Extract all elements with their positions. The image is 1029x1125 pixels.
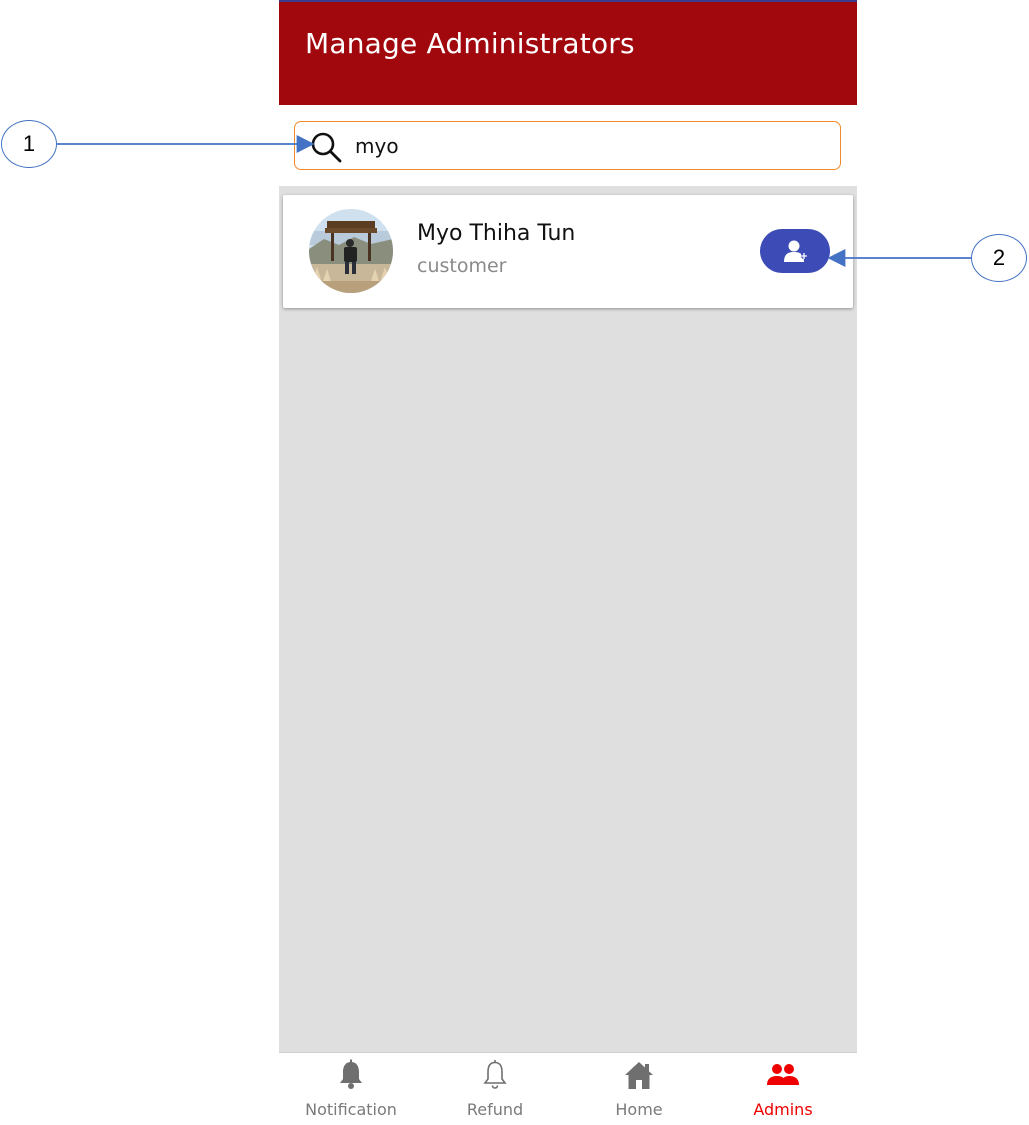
- annotation-2: 2: [971, 234, 1027, 282]
- avatar: [309, 209, 393, 293]
- app-header: Manage Administrators: [279, 0, 857, 105]
- nav-item-refund[interactable]: Refund: [423, 1053, 567, 1125]
- home-icon: [625, 1062, 653, 1089]
- phone-screen: Manage Administrators myo Myo Thiha Tun …: [279, 0, 857, 1125]
- bell-filled-icon: [340, 1059, 362, 1089]
- nav-item-home[interactable]: Home: [567, 1053, 711, 1125]
- nav-item-admins[interactable]: Admins: [711, 1053, 855, 1125]
- nav-item-notification[interactable]: Notification: [279, 1053, 423, 1125]
- page-title: Manage Administrators: [305, 27, 635, 60]
- bell-outline-icon: [483, 1060, 507, 1089]
- search-input[interactable]: [355, 131, 825, 161]
- user-name: Myo Thiha Tun: [417, 221, 576, 246]
- add-admin-button[interactable]: [760, 229, 830, 273]
- nav-label-refund: Refund: [466, 1100, 524, 1119]
- search-area: [279, 105, 857, 186]
- list-item: Myo Thiha Tun customer: [283, 195, 853, 308]
- nav-label-notification: Notification: [305, 1100, 397, 1119]
- user-role: customer: [417, 255, 507, 277]
- nav-label-home: Home: [615, 1100, 663, 1119]
- bottom-nav: Notification Refund Home Admins: [279, 1052, 857, 1125]
- people-icon: [767, 1064, 799, 1085]
- search-icon: [311, 132, 342, 163]
- add-user-icon: [784, 240, 807, 262]
- annotation-1: 1: [1, 120, 57, 168]
- nav-label-admins: Admins: [753, 1100, 813, 1119]
- search-box[interactable]: [294, 121, 841, 170]
